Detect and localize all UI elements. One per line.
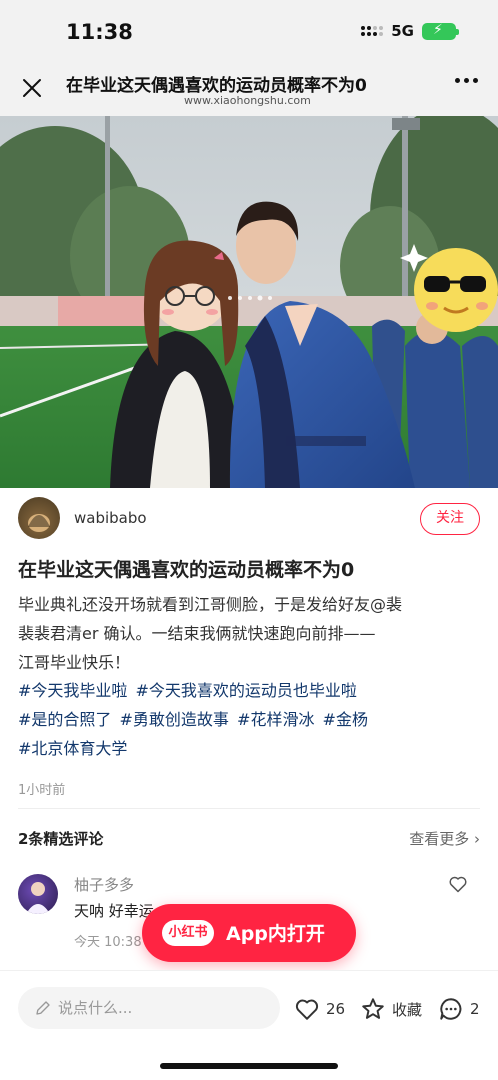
comments-header: 2条精选评论 查看更多 ›	[18, 828, 480, 850]
status-time: 11:38	[66, 20, 133, 44]
network-label: 5G	[391, 22, 414, 40]
author-avatar[interactable]	[18, 497, 60, 539]
bottom-action-bar: 说点什么... 26 收藏 2	[0, 970, 498, 1080]
hashtag-line: #今天我毕业啦 #今天我喜欢的运动员也毕业啦	[18, 676, 480, 705]
post-body-line: 毕业典礼还没开场就看到江哥侧脸，于是发给好友@裴	[18, 595, 403, 614]
hashtag-list: #今天我毕业啦 #今天我喜欢的运动员也毕业啦 #是的合照了 #勇敢创造故事 #花…	[18, 676, 480, 763]
author-name[interactable]: wabibabo	[74, 509, 147, 527]
comment-input[interactable]: 说点什么...	[18, 987, 280, 1029]
hashtag[interactable]: #今天我毕业啦	[18, 681, 127, 700]
author-row: wabibabo 关注	[18, 497, 480, 543]
follow-button[interactable]: 关注	[420, 503, 480, 535]
nav-bar: 在毕业这天偶遇喜欢的运动员概率不为0 www.xiaohongshu.com	[0, 64, 498, 116]
chevron-right-icon: ›	[474, 830, 480, 848]
collect-button[interactable]: 收藏	[360, 995, 422, 1023]
star-icon	[362, 998, 384, 1019]
hashtag[interactable]: #今天我喜欢的运动员也毕业啦	[136, 681, 357, 700]
post-time: 1小时前	[18, 783, 66, 798]
comment-time: 今天 10:38	[74, 935, 142, 950]
signal-icon	[361, 26, 384, 36]
collect-label: 收藏	[392, 1000, 423, 1019]
hashtag[interactable]: #金杨	[323, 710, 368, 729]
post-body-line: 江哥毕业快乐！	[18, 653, 131, 672]
post-body-line: 裴裴君清er 确认。一结束我俩就快速跑向前排——	[18, 624, 376, 643]
pen-icon	[36, 1001, 50, 1015]
battery-icon: ⚡	[422, 22, 459, 40]
like-button[interactable]: 26	[294, 995, 345, 1023]
hashtag-line: #北京体育大学	[18, 734, 480, 763]
hashtag[interactable]: #北京体育大学	[18, 739, 127, 758]
divider	[18, 808, 480, 809]
hashtag-line: #是的合照了 #勇敢创造故事 #花样滑冰 #金杨	[18, 705, 480, 734]
comment-count: 2	[470, 1000, 480, 1018]
comment-icon	[440, 998, 462, 1020]
more-icon[interactable]	[455, 78, 478, 83]
hashtag[interactable]: #勇敢创造故事	[120, 710, 229, 729]
post-body: 毕业典礼还没开场就看到江哥侧脸，于是发给好友@裴 裴裴君清er 确认。一结束我俩…	[18, 590, 480, 677]
post-title: 在毕业这天偶遇喜欢的运动员概率不为0	[18, 559, 355, 581]
open-in-app-button[interactable]: 小红书 App内打开	[142, 904, 356, 962]
comments-count: 2条精选评论	[18, 830, 104, 848]
status-bar: 11:38 5G ⚡	[0, 0, 498, 64]
view-more-label: 查看更多	[409, 830, 470, 848]
view-more-link[interactable]: 查看更多 ›	[409, 828, 480, 849]
post-photo[interactable]	[0, 116, 498, 488]
hashtag[interactable]: #是的合照了	[18, 710, 111, 729]
commenter-name[interactable]: 柚子多多	[74, 874, 134, 895]
app-logo-badge: 小红书	[162, 920, 214, 946]
status-indicators: 5G ⚡	[361, 22, 459, 40]
heart-icon	[295, 999, 319, 1020]
page-title: 在毕业这天偶遇喜欢的运动员概率不为0	[66, 76, 367, 96]
heart-icon[interactable]	[448, 874, 468, 894]
page-url: www.xiaohongshu.com	[184, 94, 311, 107]
commenter-avatar[interactable]	[18, 874, 58, 914]
home-indicator[interactable]	[160, 1063, 338, 1069]
graduation-photo	[0, 116, 498, 488]
close-icon[interactable]	[20, 76, 44, 100]
hashtag[interactable]: #花样滑冰	[237, 710, 314, 729]
comment-placeholder: 说点什么...	[58, 999, 133, 1017]
comment-button[interactable]: 2	[438, 995, 480, 1023]
open-in-app-label: App内打开	[226, 923, 325, 945]
like-count: 26	[326, 1000, 346, 1018]
